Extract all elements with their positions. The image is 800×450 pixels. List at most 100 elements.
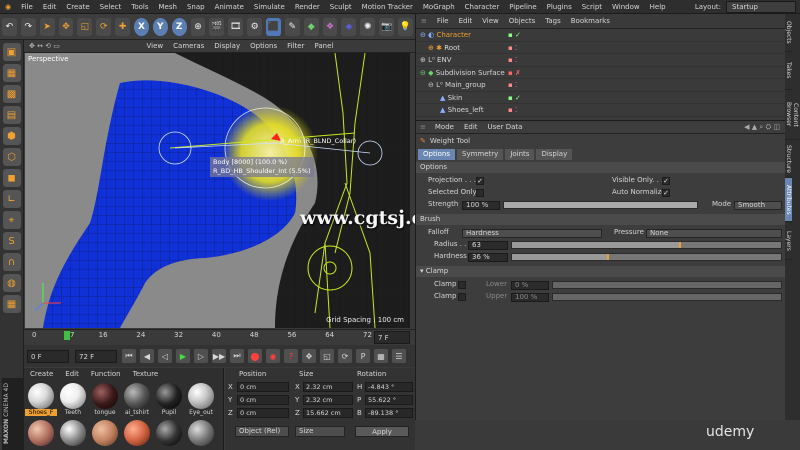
- menu-animate[interactable]: Animate: [210, 0, 249, 14]
- render-settings-icon[interactable]: ⚙: [247, 17, 263, 36]
- next-key-icon[interactable]: ▶▶: [212, 349, 226, 363]
- material-item[interactable]: ai_tshirt: [121, 381, 153, 416]
- camera-icon[interactable]: 📷: [379, 17, 395, 36]
- go-to-end-icon[interactable]: ⏭: [230, 349, 244, 363]
- timeline-ruler[interactable]: 0 8 16 24 32 40 48 56 64 72 7 7 F: [24, 329, 415, 344]
- side-tab-takes[interactable]: Takes: [785, 52, 792, 90]
- cube-icon[interactable]: ⬛: [266, 17, 281, 36]
- deformer-icon[interactable]: ◈: [341, 17, 357, 36]
- timeline-icon[interactable]: ☰: [392, 349, 406, 363]
- material-item[interactable]: Teeth: [57, 381, 89, 416]
- end-frame-field[interactable]: 72 F: [75, 349, 117, 363]
- tab-display[interactable]: Display: [536, 148, 573, 160]
- size-z-field[interactable]: 15.662 cm: [303, 407, 353, 418]
- menu-sculpt[interactable]: Sculpt: [325, 0, 357, 14]
- menu-simulate[interactable]: Simulate: [249, 0, 290, 14]
- falloff-dropdown[interactable]: Hardness: [462, 229, 602, 238]
- menu-pipeline[interactable]: Pipeline: [504, 0, 541, 14]
- attr-menu-edit[interactable]: Edit: [459, 123, 483, 131]
- position-x-field[interactable]: 0 cm: [237, 381, 289, 392]
- coordinate-mode-dropdown[interactable]: Object (Rel): [235, 425, 289, 437]
- workplane-icon[interactable]: ▤: [2, 106, 21, 124]
- menu-create[interactable]: Create: [61, 0, 94, 14]
- upper-slider[interactable]: [552, 293, 782, 301]
- mode-dropdown[interactable]: Smooth: [734, 201, 782, 210]
- autokey-icon[interactable]: ◉: [266, 349, 280, 363]
- position-key-icon[interactable]: ✥: [302, 349, 316, 363]
- coordinate-system-icon[interactable]: ⊕: [190, 17, 206, 36]
- undo-icon[interactable]: ↶: [2, 17, 17, 36]
- material-menu-create[interactable]: Create: [24, 368, 59, 381]
- position-y-field[interactable]: 0 cm: [237, 394, 289, 405]
- rotation-p-field[interactable]: 55.622 °: [365, 394, 413, 405]
- size-mode-dropdown[interactable]: Size: [295, 425, 345, 437]
- attr-nav-icons[interactable]: ◀ ▲ ⌕ ⛭ ◫: [739, 123, 785, 132]
- material-preview[interactable]: [124, 420, 150, 446]
- size-x-field[interactable]: 2.32 cm: [303, 381, 353, 392]
- radius-slider[interactable]: [511, 241, 782, 249]
- clamp-upper-checkbox[interactable]: [458, 293, 466, 301]
- menu-edit[interactable]: Edit: [38, 0, 62, 14]
- menu-window[interactable]: Window: [607, 0, 645, 14]
- side-tab-structure[interactable]: Structure: [785, 140, 792, 178]
- next-frame-icon[interactable]: ▷: [194, 349, 208, 363]
- strength-field[interactable]: 100 %: [462, 201, 500, 210]
- rotation-key-icon[interactable]: ⟳: [338, 349, 352, 363]
- snap-icon[interactable]: S: [2, 232, 21, 250]
- objmgr-menu-objects[interactable]: Objects: [504, 14, 540, 28]
- prev-frame-icon[interactable]: ◁: [158, 349, 172, 363]
- menu-select[interactable]: Select: [95, 0, 127, 14]
- material-item[interactable]: Eye_out: [185, 381, 217, 416]
- menu-render[interactable]: Render: [290, 0, 325, 14]
- hardness-field[interactable]: 36 %: [468, 253, 508, 262]
- axis-mode-icon[interactable]: ∟: [2, 190, 21, 208]
- tab-options[interactable]: Options: [418, 148, 456, 160]
- attr-menu-icon[interactable]: ≡: [416, 123, 430, 131]
- object-row-subdivision[interactable]: ⊖ ◆ Subdivision Surface ▪ ✗: [416, 67, 785, 79]
- render-picture-viewer-icon[interactable]: 🎞: [228, 17, 244, 36]
- objmgr-menu-tags[interactable]: Tags: [540, 14, 566, 28]
- tweak-mode-icon[interactable]: ⌖: [2, 211, 21, 229]
- z-axis-lock-button[interactable]: Z: [171, 17, 187, 36]
- lower-slider[interactable]: [552, 281, 782, 289]
- material-item[interactable]: Pupil: [153, 381, 185, 416]
- menu-mograph[interactable]: MoGraph: [418, 0, 460, 14]
- menu-script[interactable]: Script: [577, 0, 607, 14]
- solo-icon[interactable]: ◍: [2, 274, 21, 292]
- material-preview[interactable]: [28, 420, 54, 446]
- keyframe-selection-icon[interactable]: ?: [284, 349, 298, 363]
- material-preview[interactable]: [60, 420, 86, 446]
- projection-checkbox[interactable]: ✓: [476, 177, 484, 185]
- object-row-skin[interactable]: ▲ Skin ▪ ✓: [416, 92, 785, 104]
- make-editable-icon[interactable]: ▣: [2, 43, 21, 61]
- viewport-nav-icon[interactable]: ✥ ↔ ⟲ ▭: [24, 40, 65, 53]
- light-icon[interactable]: 💡: [398, 17, 413, 36]
- objmgr-menu-bookmarks[interactable]: Bookmarks: [566, 14, 615, 28]
- attr-menu-user-data[interactable]: User Data: [483, 123, 528, 131]
- play-icon[interactable]: ▶: [176, 349, 190, 363]
- menu-mesh[interactable]: Mesh: [154, 0, 182, 14]
- c4d-logo-icon[interactable]: ◉: [0, 0, 16, 14]
- start-frame-field[interactable]: 0 F: [27, 349, 69, 363]
- array-icon[interactable]: ❖: [322, 17, 338, 36]
- record-icon[interactable]: ⬤: [248, 349, 262, 363]
- material-menu-edit[interactable]: Edit: [59, 368, 85, 381]
- viewport-menu-display[interactable]: Display: [209, 40, 245, 53]
- object-row-main-group[interactable]: ⊖ L⁰ Main_group ▪ ⁚: [416, 79, 785, 92]
- upper-field[interactable]: 100 %: [511, 293, 549, 302]
- material-item[interactable]: tongue: [89, 381, 121, 416]
- objmgr-menu-view[interactable]: View: [477, 14, 504, 28]
- texture-mode-icon[interactable]: ▩: [2, 85, 21, 103]
- y-axis-lock-button[interactable]: Y: [152, 17, 168, 36]
- size-y-field[interactable]: 2.32 cm: [303, 394, 353, 405]
- menu-snap[interactable]: Snap: [182, 0, 210, 14]
- x-axis-lock-button[interactable]: X: [134, 17, 149, 36]
- object-row-character[interactable]: ⊖ ◐ Character ▪ ✓: [416, 29, 785, 42]
- side-tab-objects[interactable]: Objects: [785, 14, 792, 52]
- menu-file[interactable]: File: [16, 0, 38, 14]
- perspective-viewport[interactable]: Perspective R_Arm (R_BLND_Collar) Body […: [25, 53, 410, 328]
- timeline-end-field[interactable]: 7 F: [374, 331, 410, 344]
- objmgr-menu-file[interactable]: File: [432, 14, 454, 28]
- viewport-menu-options[interactable]: Options: [245, 40, 282, 53]
- viewport-menu-panel[interactable]: Panel: [309, 40, 338, 53]
